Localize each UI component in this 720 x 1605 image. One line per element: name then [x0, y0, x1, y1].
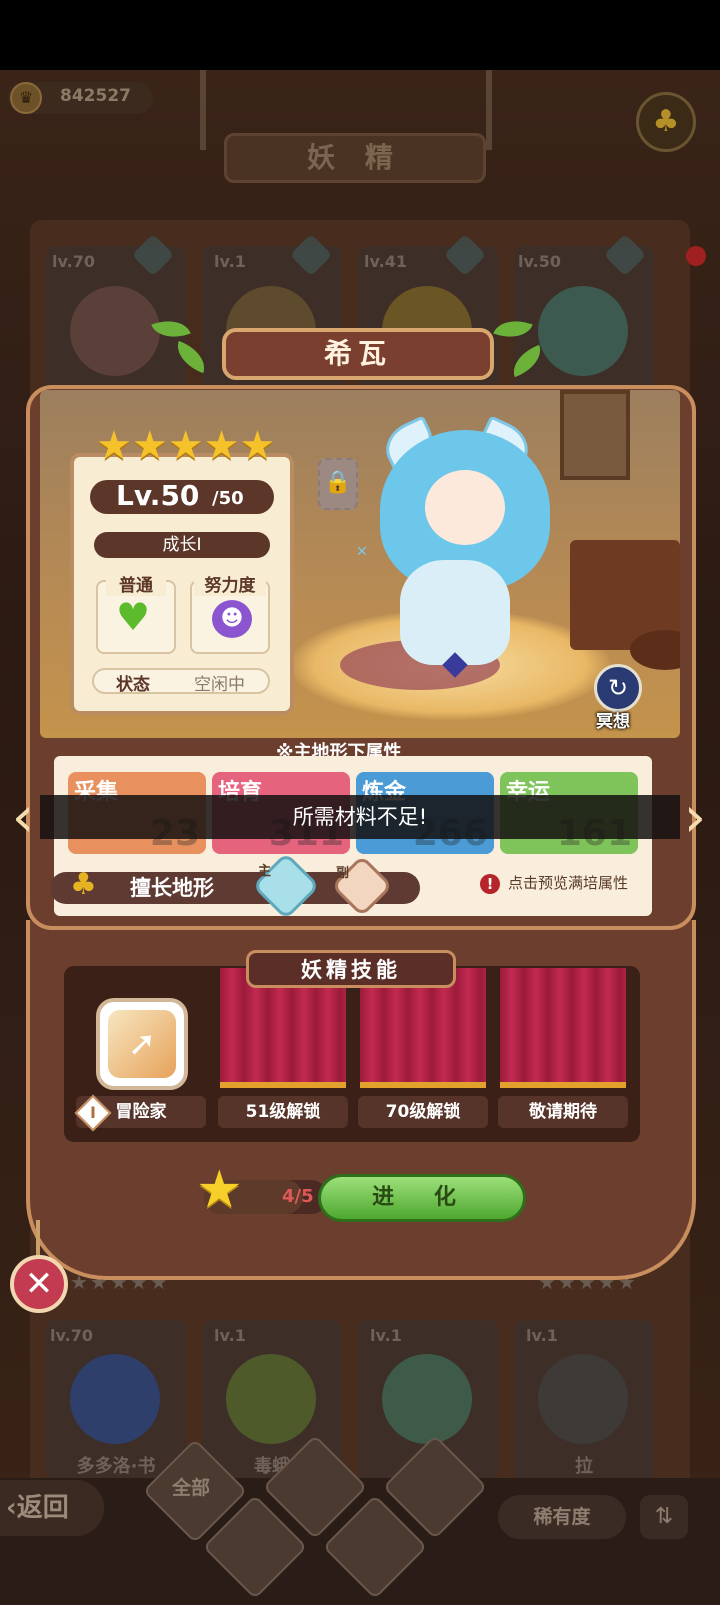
roster-portrait [382, 1354, 472, 1444]
roster-level: lv.41 [364, 252, 407, 271]
state-value: 空闲中 [194, 675, 245, 695]
toast-message: 所需材料不足! [40, 795, 680, 839]
sign-rope-right [486, 70, 492, 150]
character-face [425, 470, 505, 545]
roster-level: lv.1 [214, 252, 246, 271]
back-button[interactable]: ‹返回 [0, 1480, 104, 1536]
roster-portrait [70, 1354, 160, 1444]
coin-amount: 842527 [60, 86, 131, 106]
skill-slot-label: 51级解锁 [218, 1096, 348, 1128]
filter-all-label: 全部 [172, 1477, 211, 1499]
coin-icon: ♛ [10, 82, 42, 114]
devil-icon: ☻ [212, 600, 252, 638]
sprout-icon: ♣ [70, 867, 97, 902]
hero-level: Lv.50 [116, 479, 200, 512]
stool-decor [630, 630, 680, 670]
character-body[interactable] [400, 560, 510, 665]
rank-text: I [90, 1103, 96, 1122]
roster-level: lv.70 [50, 1326, 93, 1345]
adventurer-skill-icon: ➚ [108, 1010, 176, 1078]
trait-label: 努力度 [194, 571, 266, 596]
skill-title: 妖精技能 [301, 958, 401, 982]
prev-arrow-icon[interactable]: ‹ [6, 784, 40, 852]
star-rating: ★★★★★ [96, 426, 275, 466]
evolve-button[interactable]: 进 化 [318, 1174, 526, 1222]
growth-badge: 成长I [94, 532, 270, 558]
roster-card[interactable]: lv.70 多多洛·书 [46, 1320, 186, 1480]
roster-portrait [70, 286, 160, 376]
sparkle-icon: ✕ [356, 544, 368, 560]
notification-dot [686, 246, 706, 266]
star-icon: ★ [131, 423, 168, 469]
close-button[interactable]: ✕ [10, 1255, 68, 1313]
roster-portrait [538, 1354, 628, 1444]
terrain-label: 擅长地形 [130, 876, 214, 900]
state-label: 状态 [116, 675, 150, 695]
skill-slot-label: 70级解锁 [358, 1096, 488, 1128]
roster-card[interactable]: lv.1 拉 [514, 1320, 654, 1480]
heart-icon: ♥ [116, 595, 151, 639]
terrain-sub-tag: 副 [336, 866, 350, 881]
roster-level: lv.1 [526, 1326, 558, 1345]
star-icon: ★ [167, 423, 204, 469]
close-rope [36, 1220, 40, 1260]
roster-name: 拉 [575, 1456, 593, 1477]
star-icon: ★ [203, 423, 240, 469]
roster-level: lv.1 [214, 1326, 246, 1345]
next-arrow-icon[interactable]: › [678, 784, 712, 852]
sign-rope-left [200, 70, 206, 150]
rarity-sort-button[interactable]: 稀有度 [498, 1495, 626, 1539]
locked-skill-curtain[interactable] [500, 968, 626, 1088]
warning-icon: ! [480, 874, 500, 894]
trait-label: 普通 [106, 571, 166, 596]
roster-level: lv.70 [52, 252, 95, 271]
sort-order-icon[interactable]: ⇅ [640, 1495, 688, 1539]
roster-level: lv.50 [518, 252, 561, 271]
meditate-label: 冥想 [596, 712, 630, 732]
back-arrow-icon: ‹ [6, 1493, 17, 1523]
help-button[interactable]: ♣ [636, 92, 696, 152]
hero-name: 希瓦 [323, 337, 392, 370]
preview-note[interactable]: 点击预览满培属性 [508, 872, 628, 893]
lock-icon[interactable]: 🔒 [318, 458, 358, 510]
hero-level-max: /50 [212, 488, 244, 509]
window-decor [560, 390, 630, 480]
evolve-star-icon: ★ [196, 1160, 243, 1220]
roster-card[interactable]: lv.50 [514, 233, 654, 396]
meditate-button[interactable]: ↻ [594, 664, 642, 712]
star-icon: ★ [239, 423, 276, 469]
roster-level: lv.1 [370, 1326, 402, 1345]
page-title: 妖 精 [224, 133, 486, 183]
roster-portrait [538, 286, 628, 376]
skill-slot-label: 敬请期待 [498, 1096, 628, 1128]
roster-portrait [226, 1354, 316, 1444]
terrain-main-tag: 主 [258, 864, 272, 879]
evolve-progress-text: 4/5 [282, 1186, 314, 1207]
back-label: 返回 [16, 1493, 69, 1523]
star-icon: ★ [96, 423, 132, 469]
